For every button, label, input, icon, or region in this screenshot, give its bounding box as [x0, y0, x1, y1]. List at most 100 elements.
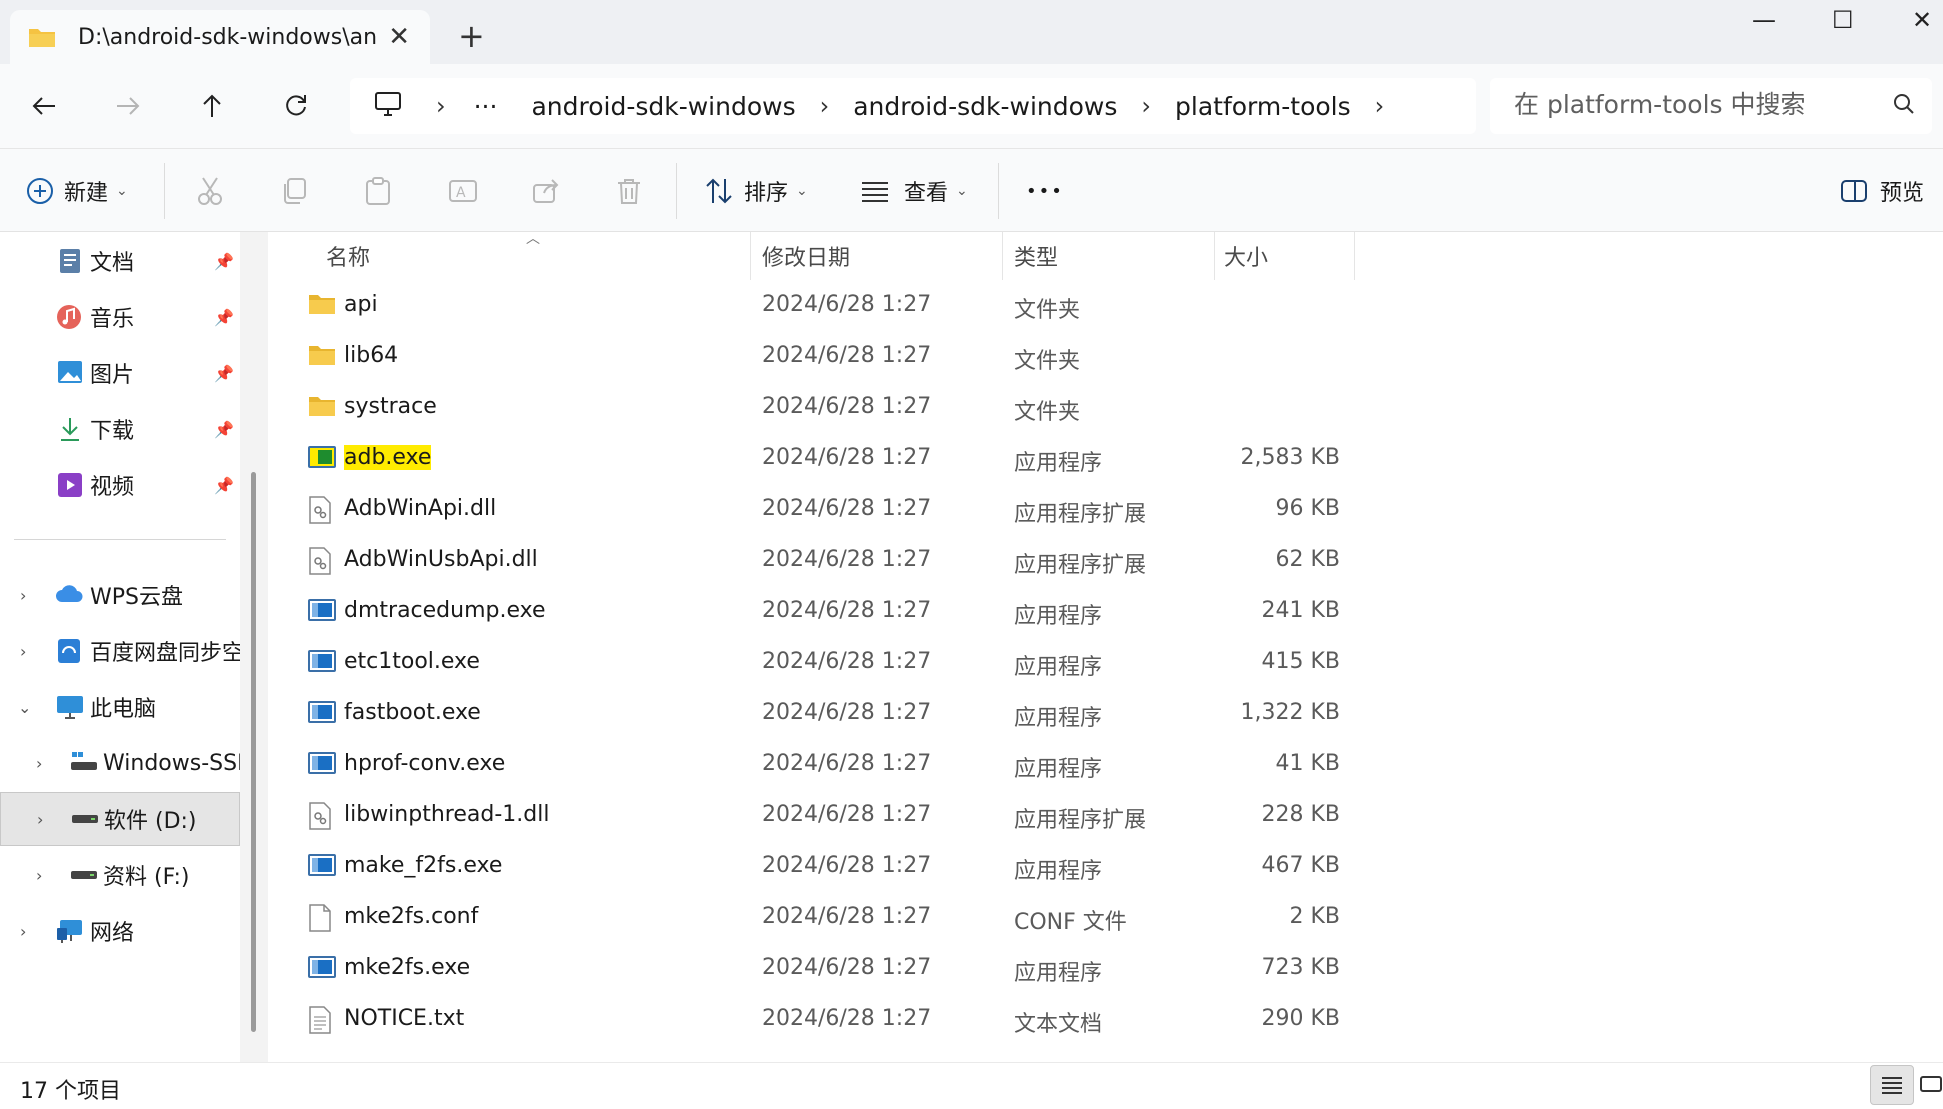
preview-pane-button[interactable]: 预览 — [1840, 149, 1924, 233]
file-modified-date: 2024/6/28 1:27 — [762, 496, 932, 521]
file-row[interactable]: libwinpthread-1.dll 2024/6/28 1:27 应用程序扩展 2… — [268, 790, 1348, 841]
chevron-right-icon[interactable]: › — [20, 922, 26, 941]
sidebar-item-downloads[interactable]: 下载 📌 — [0, 402, 240, 456]
address-bar[interactable]: › ··· android-sdk-windows › android-sdk-… — [350, 78, 1476, 134]
chevron-right-icon[interactable]: › — [20, 586, 26, 605]
sidebar-item-network[interactable]: › 网络 — [0, 904, 240, 958]
chevron-right-icon[interactable]: › — [436, 92, 446, 120]
sidebar-item-drive-c[interactable]: › Windows-SSD (C:) — [0, 736, 240, 790]
file-row[interactable]: hprof-conv.exe 2024/6/28 1:27 应用程序 41 KB — [268, 739, 1348, 790]
file-row[interactable]: dmtracedump.exe 2024/6/28 1:27 应用程序 241 KB — [268, 586, 1348, 637]
pin-icon[interactable]: 📌 — [214, 420, 234, 439]
pin-icon[interactable]: 📌 — [214, 476, 234, 495]
file-row[interactable]: mke2fs.conf 2024/6/28 1:27 CONF 文件 2 KB — [268, 892, 1348, 943]
share-button[interactable] — [532, 149, 560, 233]
new-tab-button[interactable]: + — [458, 20, 485, 52]
file-modified-date: 2024/6/28 1:27 — [762, 598, 932, 623]
pin-icon[interactable]: 📌 — [214, 364, 234, 383]
sidebar-scrollbar[interactable] — [251, 472, 256, 1032]
file-icon — [308, 904, 336, 932]
chevron-right-icon[interactable]: › — [1375, 92, 1385, 120]
sidebar-item-baidu-netdisk[interactable]: › 百度网盘同步空间 — [0, 624, 240, 678]
chevron-right-icon[interactable]: › — [36, 754, 42, 773]
sort-button[interactable]: 排序 ⌄ — [704, 149, 808, 233]
sidebar-item-drive-d[interactable]: › 软件 (D:) — [0, 792, 240, 846]
file-row[interactable]: NOTICE.txt 2024/6/28 1:27 文本文档 290 KB — [268, 994, 1348, 1045]
column-header-name[interactable]: 名称 — [326, 232, 370, 280]
sidebar-item-label: Windows-SSD (C:) — [103, 750, 240, 776]
file-row[interactable]: AdbWinUsbApi.dll 2024/6/28 1:27 应用程序扩展 62 K… — [268, 535, 1348, 586]
chevron-right-icon[interactable]: › — [820, 92, 830, 120]
arrow-up-icon — [203, 94, 221, 117]
view-button[interactable]: 查看 ⌄ — [860, 149, 968, 233]
chevron-right-icon[interactable]: › — [20, 642, 26, 661]
tab-active[interactable]: D:\android-sdk-windows\andr ✕ — [10, 10, 430, 64]
file-row[interactable]: systrace 2024/6/28 1:27 文件夹 — [268, 382, 1348, 433]
documents-icon — [58, 248, 84, 274]
sidebar-item-pictures[interactable]: 图片 📌 — [0, 346, 240, 400]
close-window-button[interactable]: ✕ — [1912, 6, 1932, 34]
refresh-button[interactable] — [276, 86, 316, 126]
sidebar-item-drive-f[interactable]: › 资料 (F:) — [0, 848, 240, 902]
view-label: 查看 — [904, 181, 949, 206]
file-row[interactable]: fastboot.exe 2024/6/28 1:27 应用程序 1,322 KB — [268, 688, 1348, 739]
arrow-left-icon — [32, 97, 55, 115]
column-divider[interactable] — [1214, 232, 1215, 280]
file-row[interactable]: api 2024/6/28 1:27 文件夹 — [268, 280, 1348, 331]
column-header-type[interactable]: 类型 — [1014, 232, 1058, 280]
column-divider[interactable] — [1354, 232, 1355, 280]
file-name: adb.exe — [344, 445, 432, 470]
chevron-right-icon[interactable]: › — [36, 866, 42, 885]
file-size: 41 KB — [1275, 751, 1340, 776]
sidebar-item-videos[interactable]: 视频 📌 — [0, 458, 240, 512]
sidebar-item-wps-cloud[interactable]: › WPS云盘 — [0, 568, 240, 622]
breadcrumb-segment[interactable]: android-sdk-windows — [531, 92, 795, 121]
sidebar-item-music[interactable]: 音乐 📌 — [0, 290, 240, 344]
sidebar-item-documents[interactable]: 文档 📌 — [0, 234, 240, 288]
folder-icon — [308, 292, 336, 318]
file-size: 1,322 KB — [1240, 700, 1341, 725]
file-row[interactable]: mke2fs.exe 2024/6/28 1:27 应用程序 723 KB — [268, 943, 1348, 994]
file-row[interactable]: adb.exe 2024/6/28 1:27 应用程序 2,583 KB — [268, 433, 1348, 484]
minimize-button[interactable]: — — [1752, 6, 1776, 34]
pin-icon[interactable]: 📌 — [214, 252, 234, 271]
file-row[interactable]: etc1tool.exe 2024/6/28 1:27 应用程序 415 KB — [268, 637, 1348, 688]
breadcrumb-segment[interactable]: android-sdk-windows — [853, 92, 1117, 121]
file-row[interactable]: lib64 2024/6/28 1:27 文件夹 — [268, 331, 1348, 382]
search-box[interactable] — [1490, 78, 1932, 134]
file-modified-date: 2024/6/28 1:27 — [762, 1006, 932, 1031]
paste-button[interactable] — [364, 149, 392, 233]
more-options-button[interactable]: ••• — [1026, 149, 1064, 233]
divider — [676, 163, 677, 219]
chevron-right-icon[interactable]: › — [37, 810, 43, 829]
tiles-view-button[interactable] — [1918, 1065, 1943, 1105]
column-divider[interactable] — [750, 232, 751, 280]
breadcrumb-segment[interactable]: platform-tools — [1175, 92, 1351, 121]
cut-button[interactable] — [196, 149, 224, 233]
tab-close-button[interactable]: ✕ — [388, 22, 410, 52]
file-type: 应用程序 — [1014, 706, 1103, 731]
column-divider[interactable] — [1002, 232, 1003, 280]
rename-button[interactable]: A — [448, 149, 478, 233]
exe-icon — [308, 598, 336, 624]
breadcrumb-overflow[interactable]: ··· — [474, 92, 498, 121]
search-icon[interactable] — [1892, 92, 1916, 120]
file-row[interactable]: make_f2fs.exe 2024/6/28 1:27 应用程序 467 KB — [268, 841, 1348, 892]
file-row[interactable]: AdbWinApi.dll 2024/6/28 1:27 应用程序扩展 96 KB — [268, 484, 1348, 535]
chevron-right-icon[interactable]: › — [1141, 92, 1151, 120]
copy-button[interactable] — [280, 149, 308, 233]
details-view-button[interactable] — [1870, 1065, 1914, 1105]
pin-icon[interactable]: 📌 — [214, 308, 234, 327]
forward-button[interactable] — [108, 86, 148, 126]
search-input[interactable] — [1514, 90, 1874, 119]
preview-pane-icon — [1841, 180, 1867, 202]
sidebar-item-this-pc[interactable]: ⌄ 此电脑 — [0, 680, 240, 734]
delete-button[interactable] — [616, 149, 642, 233]
column-header-size[interactable]: 大小 — [1224, 232, 1268, 280]
back-button[interactable] — [24, 86, 64, 126]
chevron-down-icon[interactable]: ⌄ — [18, 698, 31, 717]
new-button[interactable]: 新建 ⌄ — [26, 149, 128, 233]
maximize-button[interactable]: ☐ — [1832, 6, 1854, 34]
up-button[interactable] — [192, 86, 232, 126]
column-header-modified[interactable]: 修改日期 — [762, 232, 850, 280]
